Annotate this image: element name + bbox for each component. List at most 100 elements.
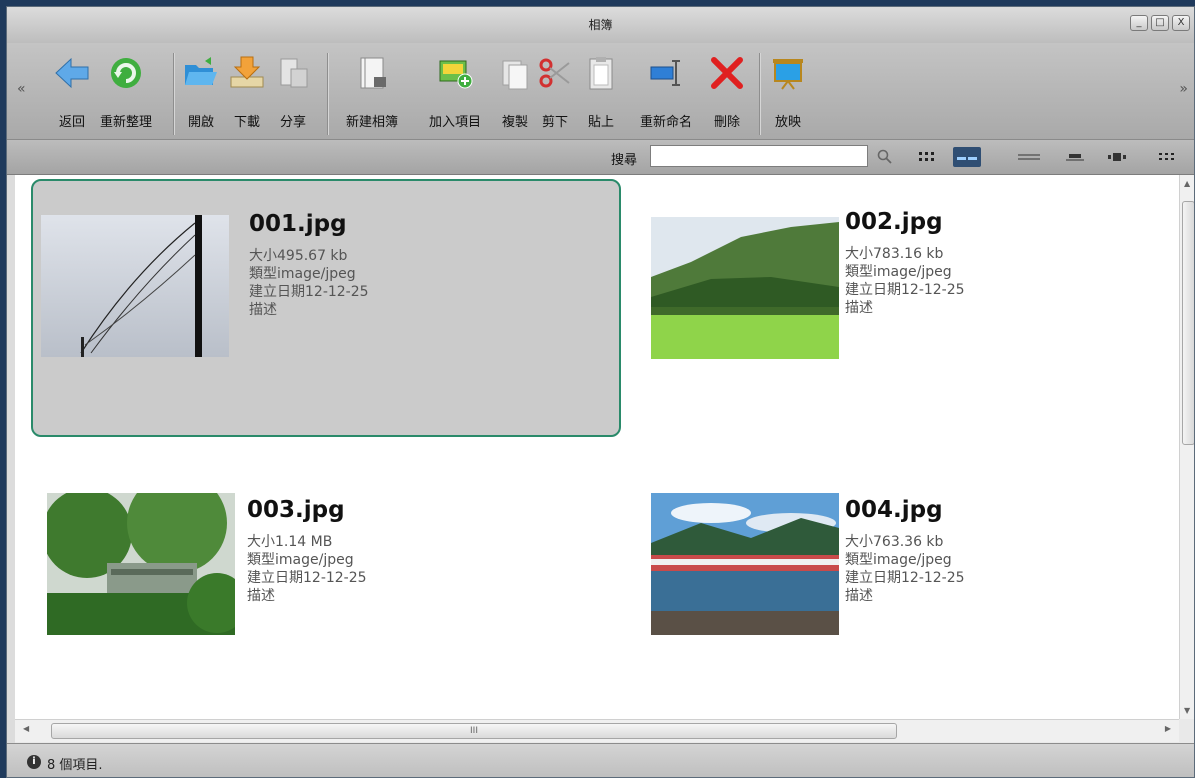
filmstrip-view-button[interactable]	[1103, 147, 1131, 167]
open-button[interactable]: 開啟	[181, 43, 221, 139]
file-type: 類型image/jpeg	[247, 552, 354, 568]
new-album-button[interactable]: 新建相簿	[337, 43, 407, 139]
add-item-icon	[439, 60, 473, 89]
title-bar[interactable]: 相簿 _ □ X	[7, 7, 1194, 43]
window-title: 相簿	[588, 18, 613, 32]
refresh-icon	[111, 58, 141, 88]
scissors-icon	[539, 58, 570, 88]
file-name: 002.jpg	[845, 209, 943, 235]
file-created-date: 建立日期12-12-25	[845, 282, 965, 298]
new-album-icon	[360, 57, 386, 89]
back-arrow-icon	[55, 57, 89, 89]
search-label: 搜尋	[611, 153, 638, 168]
file-size: 大小763.36 kb	[845, 534, 944, 550]
file-name: 004.jpg	[845, 497, 943, 523]
toolbar-scroll-right-button[interactable]: »	[1179, 81, 1188, 97]
vertical-scrollbar[interactable]: ▲ ▼	[1179, 175, 1194, 719]
add-item-button[interactable]: 加入項目	[417, 43, 493, 139]
rename-button[interactable]: 重新命名	[631, 43, 701, 139]
list-view-icon	[1018, 154, 1040, 160]
copy-icon	[502, 60, 528, 90]
toolbar: « » 返回 重新整理 開啟 下載 分享 新建相簿 加入項目 複製 剪下 貼上 …	[7, 43, 1194, 140]
share-label: 分享	[279, 115, 306, 130]
file-name: 003.jpg	[247, 497, 345, 523]
photo-thumbnail	[651, 493, 839, 635]
large-icons-view-icon	[919, 152, 934, 161]
left-splitter[interactable]	[7, 175, 15, 751]
horizontal-scrollbar[interactable]: ◀ III ▶	[15, 719, 1179, 742]
scroll-down-arrow-icon[interactable]: ▼	[1184, 706, 1190, 715]
file-type: 類型image/jpeg	[249, 266, 356, 282]
rename-icon	[650, 60, 680, 86]
slideshow-label: 放映	[774, 115, 801, 130]
vertical-scroll-thumb[interactable]	[1182, 201, 1194, 445]
refresh-label: 重新整理	[99, 115, 152, 130]
toolbar-scroll-left-button[interactable]: «	[17, 81, 26, 97]
search-icon[interactable]	[877, 149, 893, 165]
minimize-button[interactable]: _	[1130, 15, 1148, 31]
file-item[interactable]: 004.jpg 大小763.36 kb 類型image/jpeg 建立日期12-…	[637, 467, 1179, 719]
tiles-view-button[interactable]	[953, 147, 981, 167]
file-description: 描述	[247, 588, 275, 604]
file-type: 類型image/jpeg	[845, 552, 952, 568]
open-folder-icon	[185, 57, 217, 85]
album-window: 相簿 _ □ X « » 返回 重新整理 開啟 下載 分享 新建相簿 加入項目 …	[6, 6, 1195, 778]
delete-button[interactable]: 刪除	[707, 43, 747, 139]
slideshow-button[interactable]: 放映	[767, 43, 809, 139]
close-button[interactable]: X	[1172, 15, 1190, 31]
item-count: 8 個項目.	[47, 758, 103, 773]
file-item[interactable]: 001.jpg 大小495.67 kb 類型image/jpeg 建立日期12-…	[31, 179, 621, 437]
file-size: 大小495.67 kb	[249, 248, 348, 264]
file-details: 大小783.16 kb 類型image/jpeg 建立日期12-12-25 描述	[845, 245, 965, 317]
slideshow-icon	[773, 59, 803, 90]
scroll-right-arrow-icon[interactable]: ▶	[1165, 724, 1171, 733]
small-icons-view-icon	[1159, 153, 1174, 160]
scroll-left-arrow-icon[interactable]: ◀	[23, 724, 29, 733]
photo-thumbnail	[41, 215, 229, 357]
download-button[interactable]: 下載	[227, 43, 267, 139]
photo-thumbnail	[47, 493, 235, 635]
file-type: 類型image/jpeg	[845, 264, 952, 280]
search-input[interactable]	[650, 145, 868, 167]
paste-icon	[589, 57, 613, 90]
refresh-button[interactable]: 重新整理	[97, 43, 155, 139]
file-item[interactable]: 002.jpg 大小783.16 kb 類型image/jpeg 建立日期12-…	[637, 179, 1179, 437]
file-size: 大小1.14 MB	[247, 534, 333, 550]
delete-x-icon	[711, 57, 743, 89]
status-bar: i 8 個項目.	[7, 743, 1194, 777]
file-description: 描述	[845, 588, 873, 604]
large-icons-view-button[interactable]	[913, 147, 941, 167]
delete-label: 刪除	[713, 115, 740, 130]
file-created-date: 建立日期12-12-25	[249, 284, 369, 300]
details-view-button[interactable]	[1061, 147, 1089, 167]
file-grid: 001.jpg 大小495.67 kb 類型image/jpeg 建立日期12-…	[15, 175, 1179, 719]
file-description: 描述	[845, 300, 873, 316]
small-icons-view-button[interactable]	[1153, 147, 1181, 167]
filmstrip-view-icon	[1108, 153, 1126, 161]
cut-button[interactable]: 剪下	[537, 43, 573, 139]
file-details: 大小495.67 kb 類型image/jpeg 建立日期12-12-25 描述	[249, 247, 369, 319]
file-description: 描述	[249, 302, 277, 318]
file-details: 大小763.36 kb 類型image/jpeg 建立日期12-12-25 描述	[845, 533, 965, 605]
window-controls: _ □ X	[1130, 15, 1190, 31]
share-icon	[280, 58, 308, 88]
maximize-button[interactable]: □	[1151, 15, 1169, 31]
share-button[interactable]: 分享	[273, 43, 313, 139]
file-created-date: 建立日期12-12-25	[845, 570, 965, 586]
file-item[interactable]: 003.jpg 大小1.14 MB 類型image/jpeg 建立日期12-12…	[31, 467, 621, 719]
list-view-button[interactable]	[1015, 147, 1043, 167]
file-created-date: 建立日期12-12-25	[247, 570, 367, 586]
scroll-up-arrow-icon[interactable]: ▲	[1184, 179, 1190, 188]
tiles-view-icon	[957, 157, 977, 160]
file-name: 001.jpg	[249, 211, 347, 237]
search-bar: 搜尋	[7, 140, 1194, 175]
file-size: 大小783.16 kb	[845, 246, 944, 262]
paste-button[interactable]: 貼上	[583, 43, 619, 139]
info-icon: i	[27, 755, 41, 769]
new-album-label: 新建相簿	[345, 115, 398, 130]
file-details: 大小1.14 MB 類型image/jpeg 建立日期12-12-25 描述	[247, 533, 367, 605]
details-view-icon	[1066, 154, 1084, 161]
download-icon	[230, 56, 264, 88]
horizontal-scroll-thumb[interactable]: III	[51, 723, 897, 739]
photo-thumbnail	[651, 217, 839, 359]
